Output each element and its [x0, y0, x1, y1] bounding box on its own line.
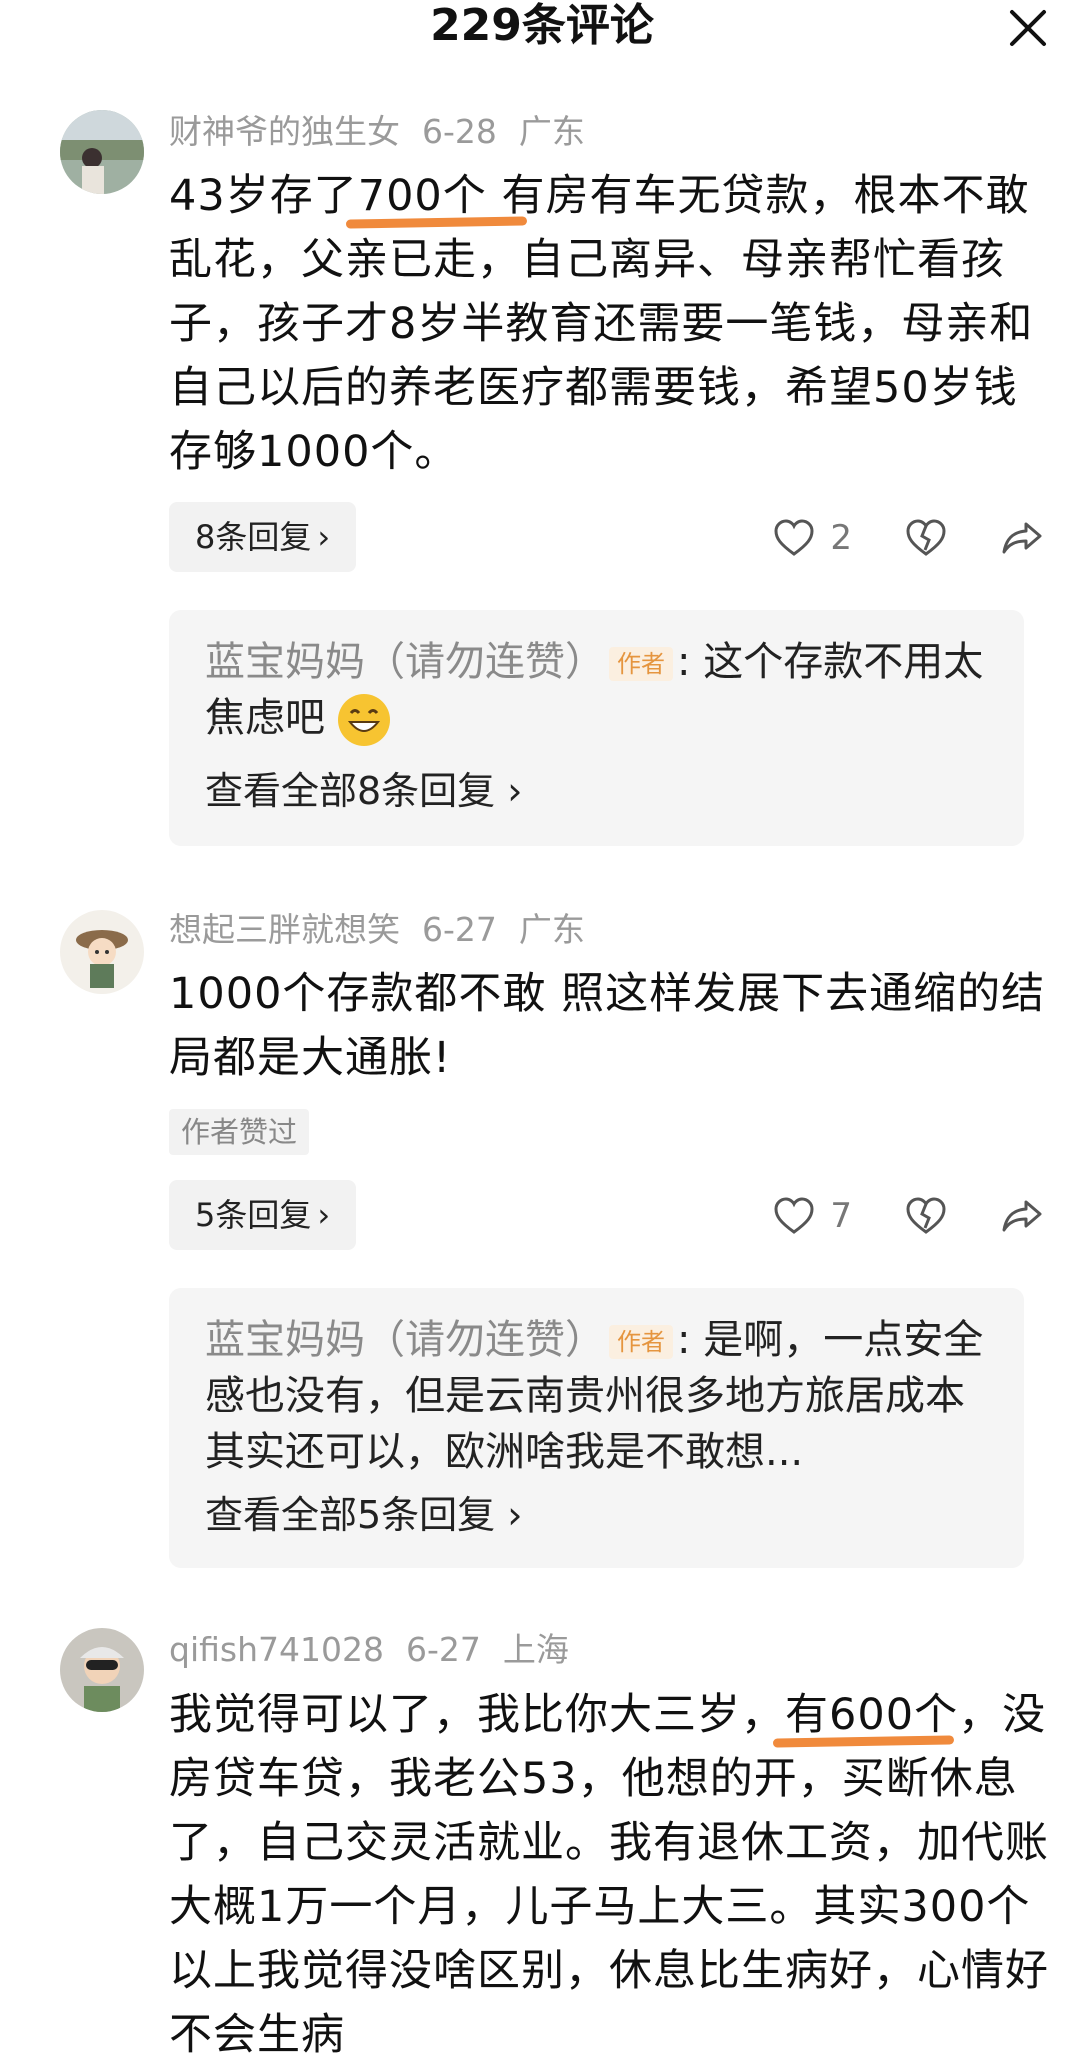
- view-all-replies-link[interactable]: 查看全部5条回复 ›: [205, 1484, 522, 1539]
- comment-date: 6-28: [422, 112, 497, 151]
- comment-text: 43岁存了700个 有房有车无贷款，根本不敢乱花，父亲已走，自己离异、母亲帮忙看…: [169, 164, 1049, 484]
- replies-button[interactable]: 5条回复 ›: [169, 1180, 357, 1250]
- replies-label: 5条回复: [195, 1196, 312, 1234]
- share-icon: [1002, 1200, 1042, 1232]
- author-badge: 作者: [609, 647, 673, 681]
- share-icon: [1002, 522, 1042, 554]
- comment-text-part: 我觉得可以了，我比你大三岁，: [169, 1690, 785, 1740]
- comment-meta: 想起三胖就想笑 6-27 广东: [169, 910, 607, 950]
- like-count: 7: [830, 1196, 852, 1236]
- comment-location: 上海: [502, 1630, 569, 1669]
- chevron-right-icon: ›: [317, 518, 331, 556]
- broken-heart-icon: [906, 1197, 946, 1234]
- view-all-replies-link[interactable]: 查看全部8条回复 ›: [205, 760, 522, 815]
- reply-preview[interactable]: 蓝宝妈妈（请勿连赞） 作者: 是啊，一点安全感也没有，但是云南贵州很多地方旅居成本…: [169, 1288, 1024, 1568]
- close-icon[interactable]: [1004, 4, 1052, 52]
- chevron-right-icon: ›: [317, 1196, 331, 1234]
- header: 229条评论: [0, 0, 1084, 60]
- like-button[interactable]: 7: [772, 1194, 852, 1238]
- author-liked-badge: 作者赞过: [169, 1109, 310, 1155]
- comment-actions: 7: [720, 1186, 1044, 1246]
- username[interactable]: 财神爷的独生女: [169, 112, 400, 151]
- reply-preview[interactable]: 蓝宝妈妈（请勿连赞） 作者: 这个存款不用太焦虑吧 查看全部8条回复 ›: [169, 610, 1024, 846]
- like-count: 2: [830, 518, 852, 558]
- broken-heart-icon: [906, 519, 946, 556]
- comment-date: 6-27: [422, 910, 497, 949]
- reply-text: 蓝宝妈妈（请勿连赞） 作者: 是啊，一点安全感也没有，但是云南贵州很多地方旅居成本…: [205, 1312, 984, 1480]
- comment-location: 广东: [518, 910, 585, 949]
- highlighted-text: 700个: [357, 171, 487, 221]
- comment-text: 我觉得可以了，我比你大三岁，有600个，没房贷车贷，我老公53，他想的开，买断休…: [169, 1683, 1049, 2067]
- share-button[interactable]: [1000, 1194, 1044, 1238]
- reply-username[interactable]: 蓝宝妈妈（请勿连赞）: [205, 1317, 605, 1363]
- like-button[interactable]: 2: [772, 516, 852, 560]
- share-button[interactable]: [1000, 516, 1044, 560]
- comment-actions: 2: [720, 508, 1044, 568]
- chevron-right-icon: ›: [495, 769, 523, 813]
- highlighted-text: 有600: [785, 1690, 915, 1740]
- comment-count-title: 229条评论: [430, 0, 654, 51]
- comment-date: 6-27: [405, 1630, 481, 1669]
- view-all-label: 查看全部5条回复: [205, 1493, 496, 1537]
- author-badge: 作者: [609, 1325, 673, 1359]
- dislike-button[interactable]: [904, 1194, 948, 1238]
- comment-meta: qifish741028 6-27 上海: [169, 1630, 591, 1670]
- username[interactable]: 想起三胖就想笑: [169, 910, 400, 949]
- view-all-label: 查看全部8条回复: [205, 769, 496, 813]
- reply-username[interactable]: 蓝宝妈妈（请勿连赞）: [205, 639, 605, 685]
- avatar[interactable]: [60, 1628, 144, 1712]
- username[interactable]: qifish741028: [169, 1630, 384, 1669]
- reply-text: 蓝宝妈妈（请勿连赞） 作者: 这个存款不用太焦虑吧: [205, 634, 984, 746]
- chevron-right-icon: ›: [495, 1493, 523, 1537]
- replies-button[interactable]: 8条回复 ›: [169, 502, 357, 572]
- comment-meta: 财神爷的独生女 6-28 广东: [169, 112, 607, 152]
- avatar[interactable]: [60, 110, 144, 194]
- dislike-button[interactable]: [904, 516, 948, 560]
- replies-label: 8条回复: [195, 518, 312, 556]
- comment-location: 广东: [518, 112, 585, 151]
- avatar[interactable]: [60, 910, 144, 994]
- grin-emoji-icon: [337, 694, 390, 746]
- comment-text-part: 43岁存了: [169, 171, 358, 221]
- comment-text: 1000个存款都不敢 照这样发展下去通缩的结局都是大通胀!: [169, 969, 1046, 1083]
- comment-text-part: 个，没房贷车贷，我老公53，他想的开，买断休息了，自己交灵活就业。我有退休工资，…: [169, 1690, 1049, 2060]
- heart-icon: [774, 519, 814, 556]
- heart-icon: [774, 1197, 814, 1234]
